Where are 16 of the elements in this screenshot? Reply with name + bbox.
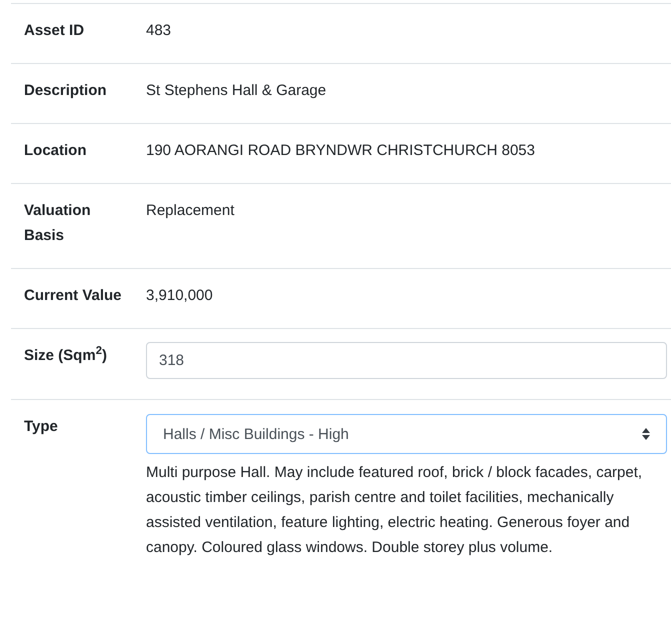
field-value: 3,910,000: [146, 286, 214, 306]
type-description: Multi purpose Hall. May include featured roof, brick / block facades, carpet, acoustic timber ceilings, parish centre and toilet facilities, mechanically assisted ventilation, feature lighting, electric heating. Generous foyer and canopy. Coloured glass windows. Double storey plus volume.: [146, 463, 644, 558]
field-value: 190 AORANGI ROAD BRYNDWR CHRISTCHURCH 8053: [146, 141, 536, 161]
field-label: Valuation Basis: [24, 201, 92, 246]
field-label: Asset ID: [24, 21, 86, 41]
field-value: St Stephens Hall & Garage: [146, 81, 328, 101]
field-label: Size (Sqm$^{2}$): [24, 344, 108, 366]
field-label: Description: [24, 81, 108, 101]
size-input[interactable]: 318: [146, 342, 667, 379]
field-value: Replacement: [146, 201, 236, 221]
field-label: Current Value: [24, 286, 123, 306]
field-value: 483: [146, 21, 172, 41]
field-label: Type: [24, 417, 59, 437]
type-select[interactable]: Halls / Misc Buildings - High: [146, 414, 667, 454]
sort-caret-icon: [642, 428, 650, 440]
field-label: Location: [24, 141, 88, 161]
